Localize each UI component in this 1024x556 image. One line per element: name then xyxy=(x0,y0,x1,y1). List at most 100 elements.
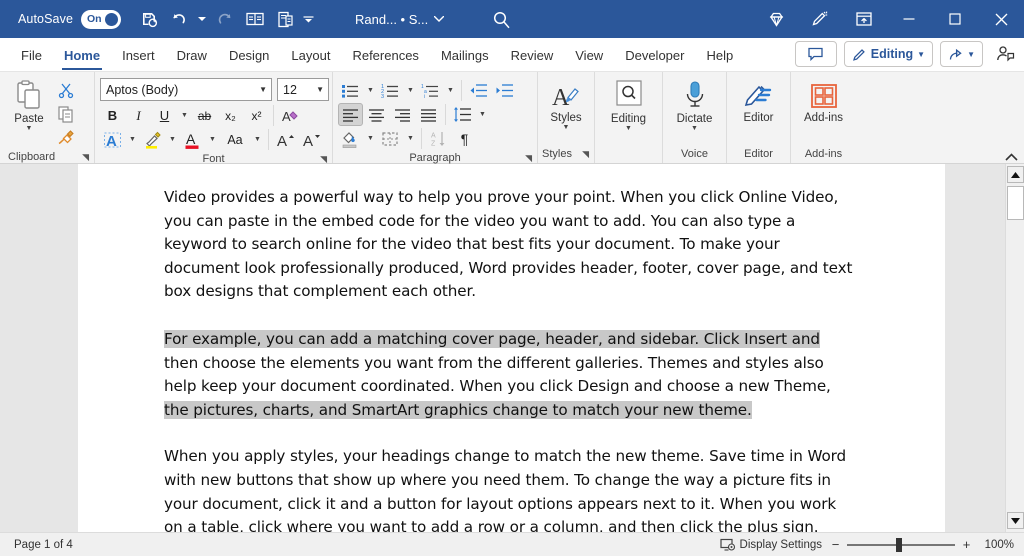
vertical-scrollbar[interactable] xyxy=(1005,164,1024,532)
autosave-toggle[interactable]: On xyxy=(81,10,121,29)
save-icon[interactable] xyxy=(135,5,163,33)
tab-references[interactable]: References xyxy=(341,39,429,71)
strikethrough-button[interactable]: ab xyxy=(192,104,217,127)
zoom-level-label[interactable]: 100% xyxy=(980,539,1014,551)
bullets-button[interactable] xyxy=(338,79,363,102)
undo-icon[interactable] xyxy=(165,5,193,33)
chevron-down-icon[interactable]: ▼ xyxy=(259,85,267,94)
cut-button[interactable] xyxy=(53,78,78,101)
italic-button[interactable]: I xyxy=(126,104,151,127)
tab-insert[interactable]: Insert xyxy=(111,39,166,71)
tab-file[interactable]: File xyxy=(10,39,53,71)
shading-button[interactable] xyxy=(338,127,363,150)
tab-review[interactable]: Review xyxy=(500,39,565,71)
show-formatting-marks-button[interactable]: ¶ xyxy=(452,127,477,150)
ink-to-text-pen-icon[interactable] xyxy=(798,0,842,38)
chevron-down-icon[interactable]: ▼ xyxy=(316,85,324,94)
underline-button[interactable]: U xyxy=(152,104,177,127)
superscript-button[interactable]: x² xyxy=(244,104,269,127)
scroll-up-arrow-icon[interactable] xyxy=(1007,166,1024,183)
comments-button[interactable] xyxy=(795,41,837,67)
font-size-input[interactable]: 12 ▼ xyxy=(277,78,329,101)
numbering-dropdown-caret[interactable]: ▼ xyxy=(404,79,417,102)
redo-icon[interactable] xyxy=(211,5,239,33)
change-case-dropdown-caret[interactable]: ▼ xyxy=(251,128,264,151)
styles-dialog-launcher[interactable]: ◥ xyxy=(582,146,589,163)
line-spacing-button[interactable] xyxy=(450,103,475,126)
tab-design[interactable]: Design xyxy=(218,39,280,71)
scrollbar-thumb[interactable] xyxy=(1007,186,1024,220)
bold-button[interactable]: B xyxy=(100,104,125,127)
editing-button[interactable]: Editing ▼ xyxy=(600,78,657,133)
numbering-button[interactable]: 123 xyxy=(378,79,403,102)
catch-up-icon[interactable] xyxy=(990,40,1020,68)
editor-button[interactable]: Editor xyxy=(732,81,785,124)
text-highlight-color-button[interactable] xyxy=(140,128,165,151)
addins-button[interactable]: Add-ins xyxy=(796,81,851,124)
copy-button[interactable] xyxy=(53,102,78,125)
read-aloud-icon[interactable] xyxy=(241,5,269,33)
minimize-button[interactable] xyxy=(886,0,932,38)
underline-dropdown-caret[interactable]: ▼ xyxy=(178,104,191,127)
customize-quick-access-toolbar-caret[interactable] xyxy=(301,5,315,33)
font-color-button[interactable]: A xyxy=(180,128,205,151)
shading-dropdown-caret[interactable]: ▼ xyxy=(364,127,377,150)
dictate-button[interactable]: Dictate ▼ xyxy=(668,78,721,133)
font-color-dropdown-caret[interactable]: ▼ xyxy=(206,128,219,151)
copilot-diamond-icon[interactable] xyxy=(754,0,798,38)
ribbon-display-options-icon[interactable] xyxy=(842,0,886,38)
document-body[interactable]: Video provides a powerful way to help yo… xyxy=(78,164,945,532)
text-effects-dropdown-caret[interactable]: ▼ xyxy=(126,128,139,151)
align-left-button[interactable] xyxy=(338,103,363,126)
multilevel-list-dropdown-caret[interactable]: ▼ xyxy=(444,79,457,102)
page-number-status[interactable]: Page 1 of 4 xyxy=(14,539,73,551)
maximize-button[interactable] xyxy=(932,0,978,38)
chevron-down-icon[interactable]: ▼ xyxy=(625,125,632,133)
borders-button[interactable] xyxy=(378,127,403,150)
paste-button[interactable]: Paste ▼ xyxy=(5,78,53,133)
collapse-ribbon-chevron-icon[interactable] xyxy=(1005,153,1018,161)
subscript-button[interactable]: x₂ xyxy=(218,104,243,127)
document-title-button[interactable]: Rand... • S... xyxy=(355,12,444,27)
tab-developer[interactable]: Developer xyxy=(614,39,695,71)
tab-layout[interactable]: Layout xyxy=(280,39,341,71)
text-highlight-dropdown-caret[interactable]: ▼ xyxy=(166,128,179,151)
paragraph-3[interactable]: When you apply styles, your headings cha… xyxy=(164,445,854,532)
zoom-slider-thumb[interactable] xyxy=(896,538,902,552)
styles-button[interactable]: A Styles ▼ xyxy=(543,81,589,132)
tab-mailings[interactable]: Mailings xyxy=(430,39,500,71)
justify-button[interactable] xyxy=(416,103,441,126)
display-settings-button[interactable]: Display Settings xyxy=(720,538,822,552)
document-page[interactable]: Video provides a powerful way to help yo… xyxy=(78,164,945,532)
paragraph-2[interactable]: For example, you can add a matching cove… xyxy=(164,328,854,422)
chevron-down-icon[interactable]: ▼ xyxy=(26,125,33,133)
decrease-indent-button[interactable] xyxy=(466,79,491,102)
line-spacing-dropdown-caret[interactable]: ▼ xyxy=(476,103,489,126)
zoom-slider[interactable] xyxy=(847,544,955,546)
tab-draw[interactable]: Draw xyxy=(166,39,218,71)
tab-home[interactable]: Home xyxy=(53,39,111,71)
font-name-input[interactable]: Aptos (Body) ▼ xyxy=(100,78,272,101)
change-case-button[interactable]: Aa xyxy=(220,128,250,151)
text-effects-button[interactable]: A xyxy=(100,128,125,151)
share-button[interactable]: ▼ xyxy=(940,41,983,67)
zoom-in-button[interactable]: + xyxy=(961,537,972,552)
chevron-down-icon[interactable]: ▼ xyxy=(691,125,698,133)
multilevel-list-button[interactable]: 1ai xyxy=(418,79,443,102)
grow-font-button[interactable]: A xyxy=(273,128,298,151)
editing-mode-button[interactable]: Editing ▼ xyxy=(844,41,933,67)
tab-help[interactable]: Help xyxy=(695,39,744,71)
close-button[interactable] xyxy=(978,0,1024,38)
scroll-down-arrow-icon[interactable] xyxy=(1007,512,1024,529)
shrink-font-button[interactable]: A xyxy=(299,128,324,151)
format-painter-button[interactable] xyxy=(53,126,78,149)
align-center-button[interactable] xyxy=(364,103,389,126)
zoom-out-button[interactable]: − xyxy=(830,537,841,552)
increase-indent-button[interactable] xyxy=(492,79,517,102)
search-icon[interactable] xyxy=(486,5,516,33)
undo-dropdown-caret[interactable] xyxy=(195,5,209,33)
chevron-down-icon[interactable]: ▼ xyxy=(563,124,570,132)
sort-button[interactable]: AZ xyxy=(426,127,451,150)
borders-dropdown-caret[interactable]: ▼ xyxy=(404,127,417,150)
clear-formatting-button[interactable]: A xyxy=(278,104,303,127)
